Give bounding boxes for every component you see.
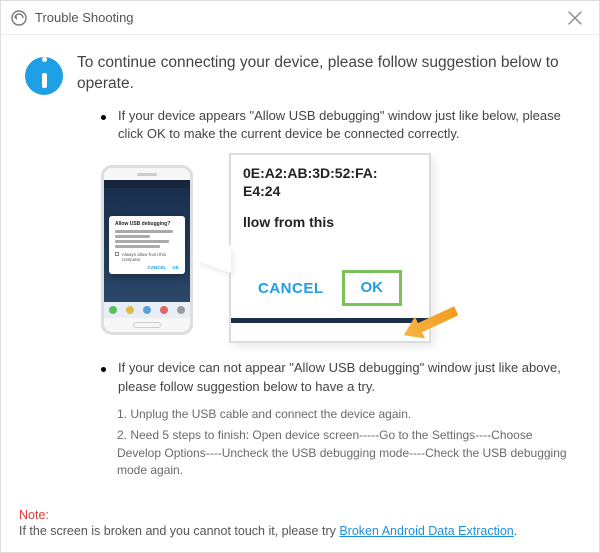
illustration: Allow USB debugging? Always allow from t… (101, 153, 431, 343)
note-text-before: If the screen is broken and you cannot t… (19, 524, 339, 538)
steps-list: 1. Unplug the USB cable and connect the … (117, 406, 575, 480)
zoom-ok-highlight: OK (342, 270, 403, 306)
note-title: Note: (19, 508, 581, 522)
phone-dialog: Allow USB debugging? Always allow from t… (109, 216, 185, 274)
step-2: 2. Need 5 steps to finish: Open device s… (117, 427, 575, 479)
content-area: To continue connecting your device, plea… (1, 35, 599, 491)
phone-dialog-title: Allow USB debugging? (115, 221, 179, 227)
bullet-dot-icon (101, 115, 106, 120)
phone-mockup: Allow USB debugging? Always allow from t… (101, 165, 193, 335)
zoom-allow-fragment: llow from this (243, 214, 417, 230)
info-icon (25, 57, 63, 95)
phone-dialog-ok: OK (172, 265, 179, 270)
zoom-mac-address: 0E:A2:AB:3D:52:FA: E4:24 (243, 165, 417, 200)
bullet-1-text: If your device appears "Allow USB debugg… (118, 107, 575, 143)
note-text-after: . (514, 524, 517, 538)
bullet-2-text: If your device can not appear "Allow USB… (118, 359, 575, 395)
bullet-dot-icon (101, 367, 106, 372)
bullet-2: If your device can not appear "Allow USB… (101, 359, 575, 395)
window-title: Trouble Shooting (35, 10, 561, 25)
close-icon (568, 11, 582, 25)
titlebar: Trouble Shooting (1, 1, 599, 35)
close-button[interactable] (561, 4, 589, 32)
dialog-window: Trouble Shooting To continue connecting … (0, 0, 600, 553)
phone-dialog-checkbox: Always allow from this computer (115, 252, 179, 262)
zoom-panel: 0E:A2:AB:3D:52:FA: E4:24 llow from this … (229, 153, 431, 343)
phone-dialog-cancel: CANCEL (148, 265, 167, 270)
bullet-list-2: If your device can not appear "Allow USB… (101, 359, 575, 395)
app-icon (11, 10, 27, 26)
note-body: If the screen is broken and you cannot t… (19, 524, 581, 538)
footer-note: Note: If the screen is broken and you ca… (19, 508, 581, 538)
broken-android-link[interactable]: Broken Android Data Extraction (339, 524, 513, 538)
zoom-ok-button: OK (361, 279, 384, 296)
step-1: 1. Unplug the USB cable and connect the … (117, 406, 575, 423)
heading-text: To continue connecting your device, plea… (77, 53, 575, 95)
zoom-cancel-button: CANCEL (258, 280, 324, 297)
bullet-1: If your device appears "Allow USB debugg… (101, 107, 575, 143)
heading-row: To continue connecting your device, plea… (25, 53, 575, 95)
bullet-list: If your device appears "Allow USB debugg… (101, 107, 575, 143)
callout-pointer-icon (193, 245, 231, 273)
